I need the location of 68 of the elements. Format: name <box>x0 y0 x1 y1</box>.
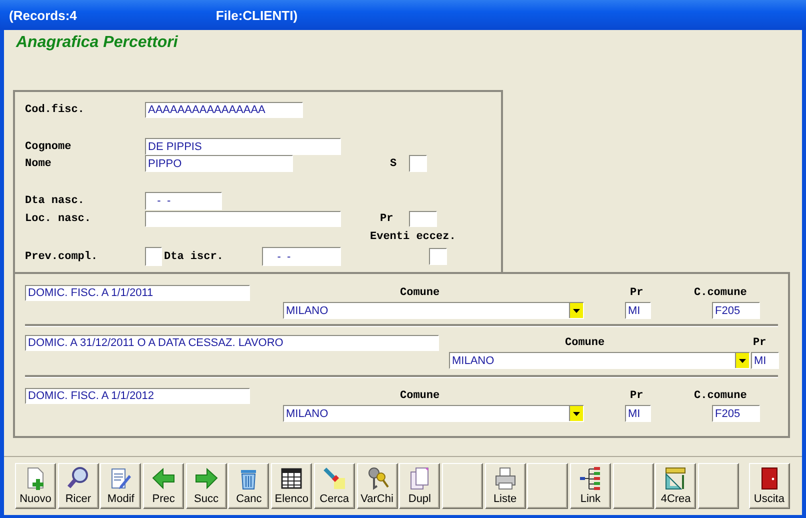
blank-toolbar-button[interactable] <box>698 463 739 509</box>
toolbar-button[interactable]: Dupl <box>399 463 440 509</box>
toolbar-button[interactable]: Elenco <box>271 463 312 509</box>
toolbar-button[interactable]: Link <box>570 463 611 509</box>
toolbar-button[interactable]: Modif <box>100 463 142 509</box>
search-icon <box>66 466 91 491</box>
input-field[interactable]: PIPPO <box>145 155 293 172</box>
input-field[interactable]: DE PIPPIS <box>145 138 341 155</box>
field-label: Prev.compl. <box>25 250 99 262</box>
input-field[interactable]: MI <box>625 302 651 319</box>
field-label: Pr <box>630 287 644 299</box>
toolbar-button[interactable]: Uscita <box>748 463 790 509</box>
description-field[interactable]: DOMIC. FISC. A 1/1/2012 <box>25 388 250 404</box>
toolbar-button[interactable]: Liste <box>484 463 526 509</box>
field-label: C.comune <box>694 287 748 299</box>
field-label: Dta nasc. <box>25 195 86 207</box>
input-field[interactable] <box>409 155 427 172</box>
description-field[interactable]: DOMIC. FISC. A 1/1/2011 <box>25 285 250 301</box>
input-field[interactable] <box>145 211 341 227</box>
date-field[interactable]: - - <box>145 192 222 210</box>
record-count: (Records:4 <box>9 8 77 22</box>
table-icon <box>279 466 304 491</box>
field-label: Pr <box>630 390 644 402</box>
right-arrow-icon <box>194 466 219 491</box>
field-label: C.comune <box>694 390 748 402</box>
toolbar-button[interactable]: Ricer <box>58 463 99 509</box>
description-field[interactable]: DOMIC. A 31/12/2011 O A DATA CESSAZ. LAVORO <box>25 335 439 351</box>
checkbox[interactable] <box>145 247 162 266</box>
toolbar-button[interactable]: Nuovo <box>15 463 56 509</box>
flashlight-icon <box>322 466 347 491</box>
dropdown-field[interactable]: MILANO <box>283 405 584 422</box>
dropdown-field[interactable]: MILANO <box>283 302 584 319</box>
ruler-triangle-icon <box>663 466 688 491</box>
file-name: File:CLIENTI) <box>216 8 298 22</box>
toolbar-button[interactable]: VarChi <box>356 463 398 509</box>
blank-toolbar-button[interactable] <box>442 463 483 509</box>
form-title: Anagrafica Percettori <box>16 34 178 52</box>
field-label: Dta iscr. <box>164 250 224 262</box>
checkbox[interactable] <box>429 248 447 265</box>
dropdown-field[interactable]: MILANO <box>449 352 750 369</box>
toolbar-button[interactable]: 4Crea <box>655 463 696 509</box>
field-label: Cognome <box>25 140 72 152</box>
field-label: Pr <box>380 213 394 225</box>
field-label: Loc. nasc. <box>25 213 92 225</box>
field-label: Eventi eccez. <box>370 230 457 242</box>
input-field[interactable]: MI <box>625 405 651 422</box>
tree-diagram-icon <box>578 466 603 491</box>
toolbar-button[interactable]: Prec <box>143 463 184 509</box>
field-label: Comune <box>400 287 441 299</box>
toolbar-button[interactable]: Succ <box>186 463 227 509</box>
blank-toolbar-button[interactable] <box>612 463 654 509</box>
field-label: Comune <box>565 337 606 349</box>
field-label: Pr <box>753 337 768 349</box>
input-field[interactable] <box>409 211 437 227</box>
input-field[interactable]: F205 <box>712 302 760 319</box>
field-label: Nome <box>25 158 52 170</box>
toolbar-button[interactable]: Cerca <box>314 463 355 509</box>
input-field[interactable]: MI <box>751 352 779 369</box>
date-field[interactable]: - - <box>262 247 341 266</box>
blank-toolbar-button[interactable] <box>527 463 568 509</box>
input-field[interactable]: F205 <box>712 405 760 422</box>
toolbar-button[interactable]: Canc <box>228 463 270 509</box>
printer-icon <box>492 466 518 491</box>
left-arrow-icon <box>151 466 176 491</box>
field-label: Comune <box>400 390 441 402</box>
field-label: S <box>390 158 397 170</box>
field-label: Cod.fisc. <box>25 104 86 116</box>
input-field[interactable]: AAAAAAAAAAAAAAAA <box>145 102 303 118</box>
